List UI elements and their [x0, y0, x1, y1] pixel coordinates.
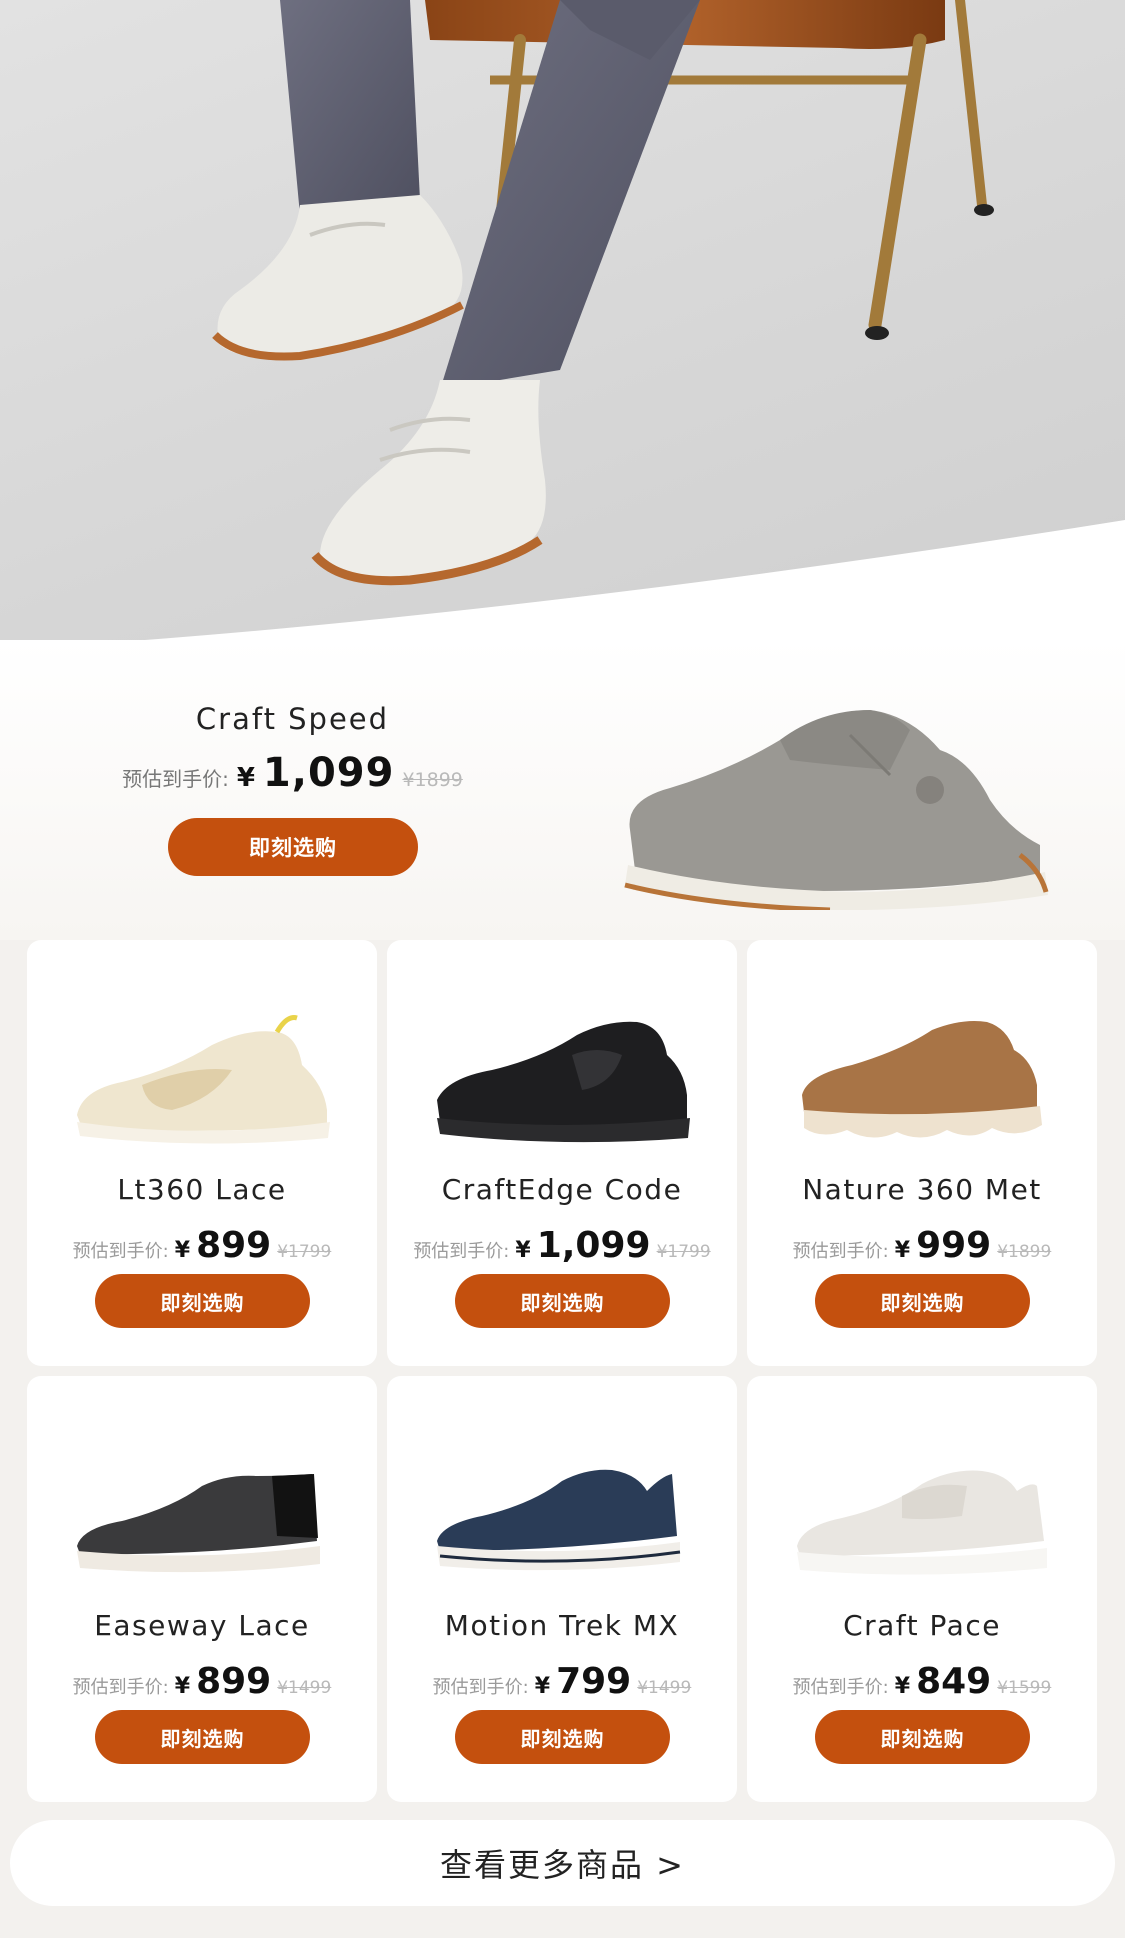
hero-lifestyle-image — [0, 0, 1125, 660]
buy-button[interactable]: 即刻选购 — [455, 1710, 670, 1764]
currency-symbol: ¥ — [236, 763, 255, 793]
estimated-price-label: 预估到手价: — [122, 767, 229, 791]
product-card[interactable]: Lt360 Lace 预估到手价: ¥ 899 ¥1799 即刻选购 — [27, 940, 377, 1366]
product-original-price: ¥1799 — [656, 1242, 711, 1262]
estimated-price-label: 预估到手价: — [432, 1677, 529, 1698]
product-card[interactable]: CraftEdge Code 预估到手价: ¥ 1,099 ¥1799 即刻选购 — [387, 940, 737, 1366]
buy-button[interactable]: 即刻选购 — [815, 1710, 1030, 1764]
featured-product-image[interactable] — [610, 680, 1050, 910]
currency-symbol: ¥ — [894, 1238, 911, 1263]
currency-symbol: ¥ — [894, 1674, 911, 1699]
estimated-price-label: 预估到手价: — [72, 1677, 169, 1698]
featured-price-row: 预估到手价: ¥ 1,099 ¥1899 — [110, 750, 475, 800]
product-price-row: 预估到手价: ¥ 899 ¥1799 — [27, 1225, 377, 1269]
product-original-price: ¥1499 — [277, 1678, 332, 1698]
product-price: 799 — [556, 1661, 632, 1702]
product-card[interactable]: Easeway Lace 预估到手价: ¥ 899 ¥1499 即刻选购 — [27, 1376, 377, 1802]
product-original-price: ¥1899 — [997, 1242, 1052, 1262]
product-price: 1,099 — [536, 1225, 651, 1266]
estimated-price-label: 预估到手价: — [792, 1241, 889, 1262]
buy-button[interactable]: 即刻选购 — [455, 1274, 670, 1328]
product-price-row: 预估到手价: ¥ 849 ¥1599 — [747, 1661, 1097, 1705]
product-grid: Lt360 Lace 预估到手价: ¥ 899 ¥1799 即刻选购 Craft… — [27, 940, 1097, 1802]
product-original-price: ¥1499 — [637, 1678, 692, 1698]
estimated-price-label: 预估到手价: — [792, 1677, 889, 1698]
product-price: 899 — [196, 1225, 272, 1266]
product-name: Nature 360 Met — [802, 1173, 1042, 1206]
featured-product-name: Craft Speed — [195, 702, 390, 736]
buy-button[interactable]: 即刻选购 — [95, 1274, 310, 1328]
product-card[interactable]: Nature 360 Met 预估到手价: ¥ 999 ¥1899 即刻选购 — [747, 940, 1097, 1366]
product-image-craftedge-code[interactable] — [422, 1010, 702, 1150]
product-price: 999 — [916, 1225, 992, 1266]
product-price-row: 预估到手价: ¥ 899 ¥1499 — [27, 1661, 377, 1705]
product-price-row: 预估到手价: ¥ 999 ¥1899 — [747, 1225, 1097, 1269]
featured-price: 1,099 — [262, 750, 395, 796]
product-price: 899 — [196, 1661, 272, 1702]
currency-symbol: ¥ — [174, 1674, 191, 1699]
product-image-nature-360-met[interactable] — [782, 1010, 1062, 1150]
product-image-easeway-lace[interactable] — [62, 1446, 342, 1586]
featured-product: Craft Speed 预估到手价: ¥ 1,099 ¥1899 即刻选购 — [0, 640, 1125, 940]
estimated-price-label: 预估到手价: — [72, 1241, 169, 1262]
product-image-craft-pace[interactable] — [782, 1446, 1062, 1586]
currency-symbol: ¥ — [174, 1238, 191, 1263]
product-price-row: 预估到手价: ¥ 1,099 ¥1799 — [387, 1225, 737, 1269]
product-name: Craft Pace — [843, 1609, 1001, 1642]
product-card[interactable]: Craft Pace 预估到手价: ¥ 849 ¥1599 即刻选购 — [747, 1376, 1097, 1802]
product-image-motion-trek-mx[interactable] — [422, 1446, 702, 1586]
product-original-price: ¥1799 — [277, 1242, 332, 1262]
currency-symbol: ¥ — [534, 1674, 551, 1699]
estimated-price-label: 预估到手价: — [413, 1241, 510, 1262]
hero-banner — [0, 0, 1125, 660]
currency-symbol: ¥ — [515, 1238, 531, 1263]
buy-button[interactable]: 即刻选购 — [815, 1274, 1030, 1328]
product-name: Easeway Lace — [94, 1609, 310, 1642]
view-more-button[interactable]: 查看更多商品 > — [10, 1820, 1115, 1906]
product-name: Lt360 Lace — [117, 1173, 287, 1206]
buy-button[interactable]: 即刻选购 — [95, 1710, 310, 1764]
product-name: CraftEdge Code — [441, 1173, 683, 1206]
product-price: 849 — [916, 1661, 992, 1702]
product-image-lt360-lace[interactable] — [62, 1010, 342, 1150]
product-card[interactable]: Motion Trek MX 预估到手价: ¥ 799 ¥1499 即刻选购 — [387, 1376, 737, 1802]
product-original-price: ¥1599 — [997, 1678, 1052, 1698]
product-price-row: 预估到手价: ¥ 799 ¥1499 — [387, 1661, 737, 1705]
featured-original-price: ¥1899 — [402, 769, 463, 791]
featured-buy-button[interactable]: 即刻选购 — [168, 818, 418, 876]
product-name: Motion Trek MX — [444, 1609, 680, 1642]
